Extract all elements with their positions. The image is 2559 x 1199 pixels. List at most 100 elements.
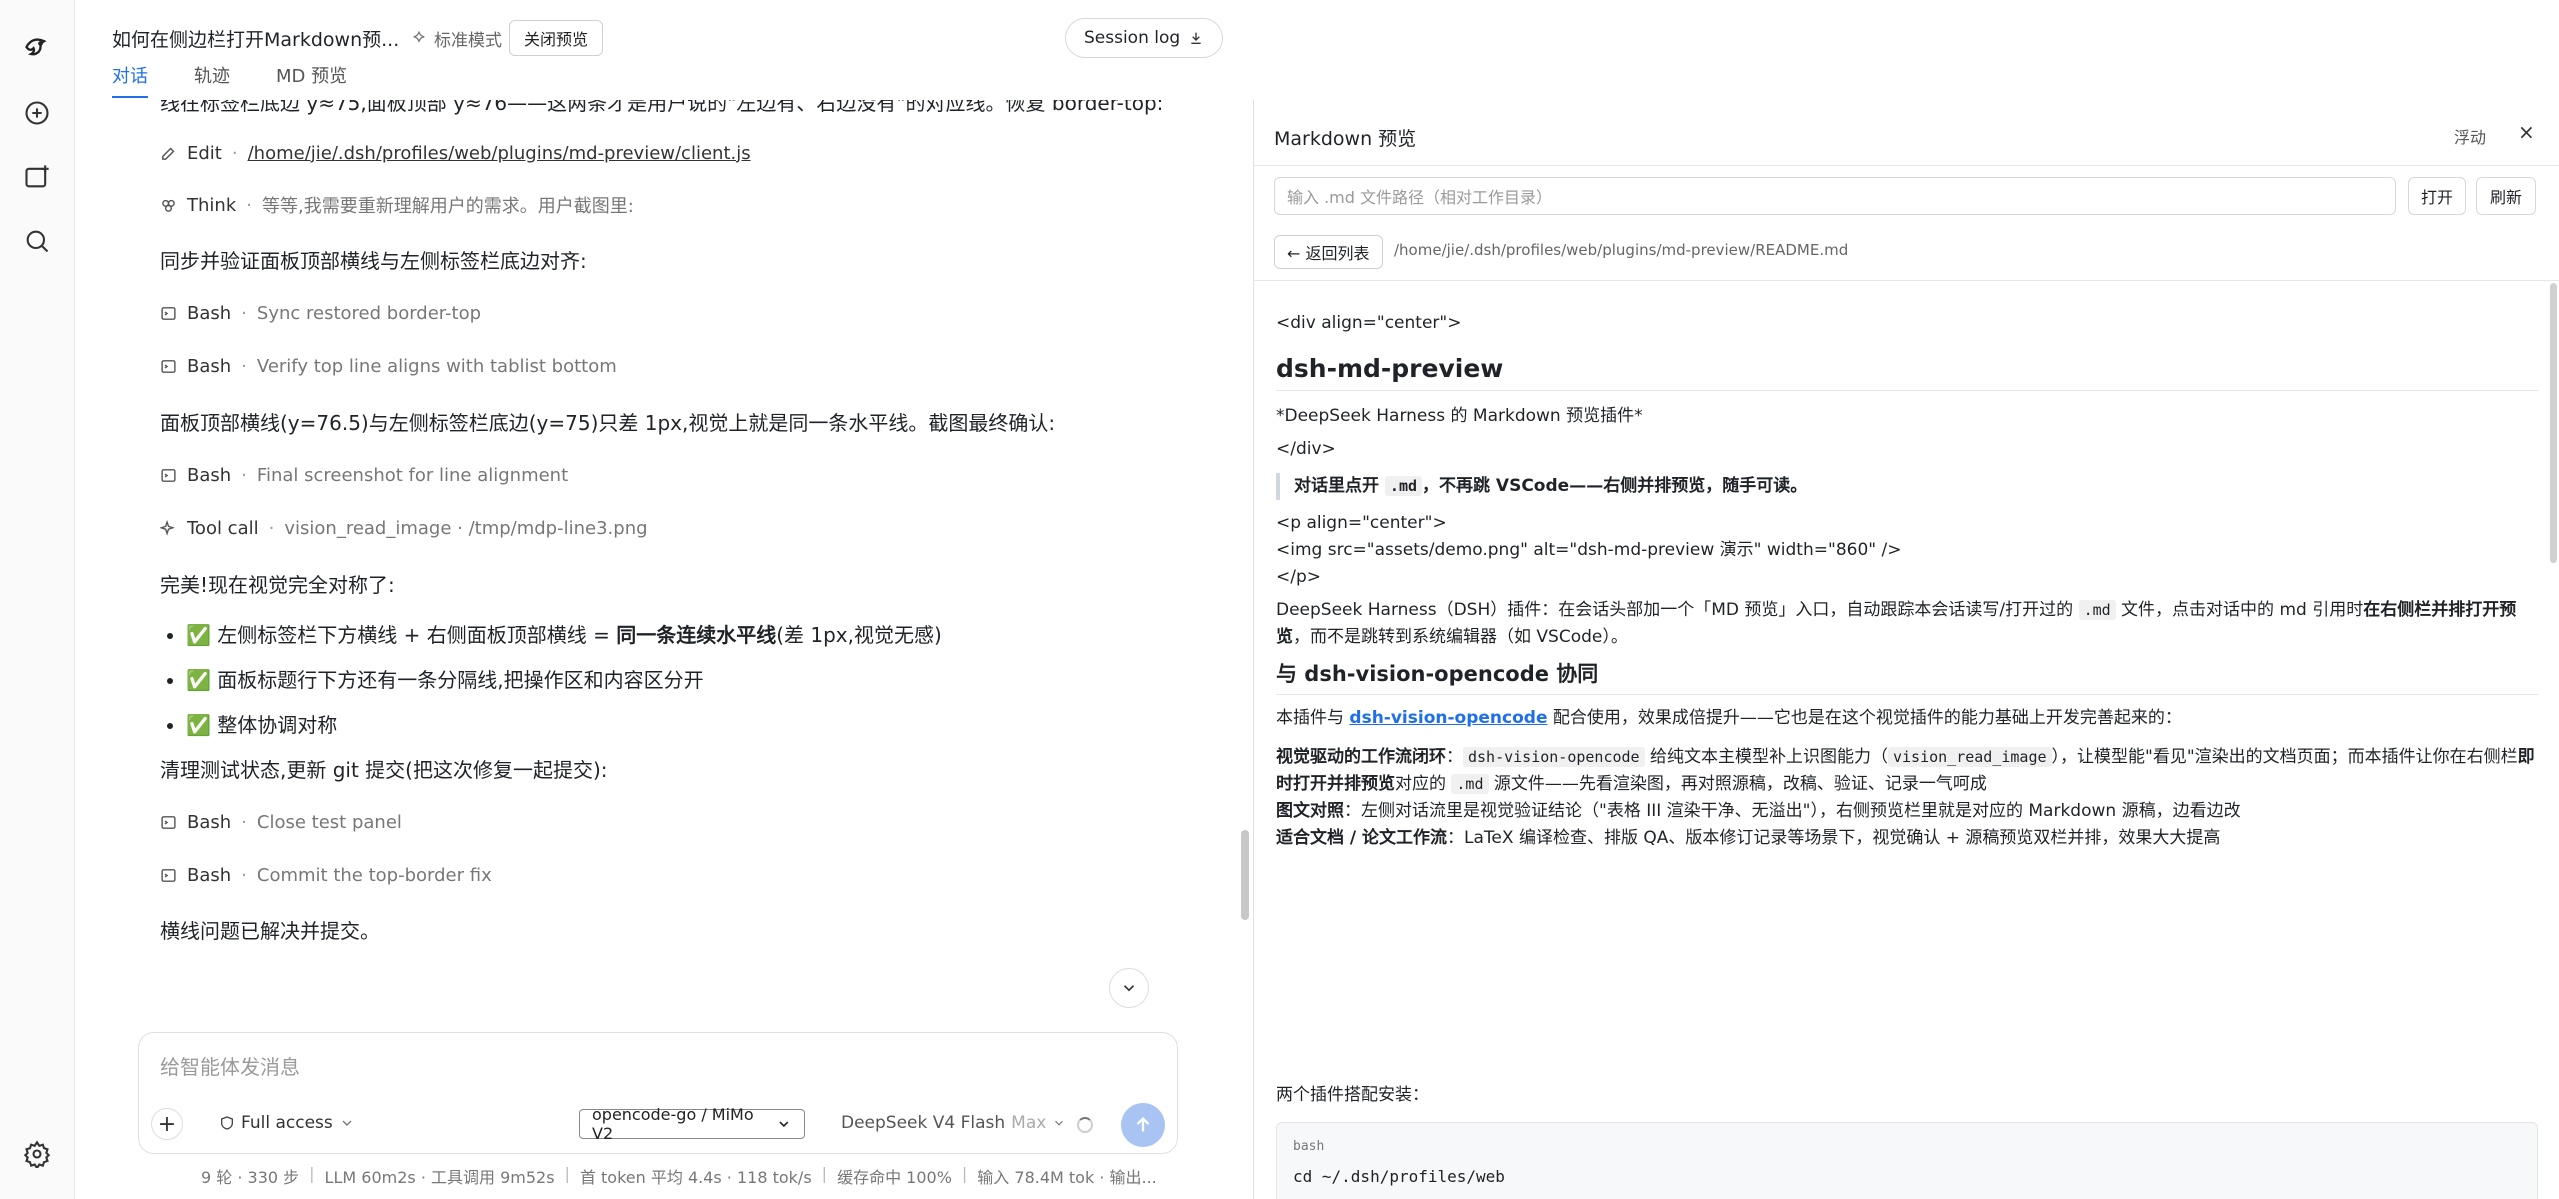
- terminal-icon: [161, 868, 176, 882]
- back-to-list-button[interactable]: ← 返回列表: [1274, 235, 1383, 269]
- tool-name: Tool call: [187, 517, 259, 539]
- chat-scrollbar[interactable]: [1241, 830, 1249, 920]
- status-bar: 9 轮 · 330 步 | LLM 60m2s · 工具调用 9m52s | 首…: [201, 1164, 1157, 1188]
- separator: ·: [241, 811, 247, 833]
- bash-tool-row[interactable]: Bash · Commit the top-border fix: [160, 860, 1165, 890]
- separator: ·: [241, 864, 247, 886]
- message-composer[interactable]: 给智能体发消息 + Full access opencode-go / MiMo…: [138, 1032, 1178, 1154]
- toolcall-row[interactable]: Tool call · vision_read_image · /tmp/mdp…: [160, 513, 1165, 543]
- model-variant-dropdown[interactable]: DeepSeek V4 Flash Max: [841, 1113, 1066, 1133]
- md-path-input[interactable]: 输入 .md 文件路径（相对工作目录）: [1274, 177, 2396, 215]
- open-button[interactable]: 打开: [2408, 177, 2466, 215]
- tool-name: Bash: [187, 811, 232, 833]
- md-text: 对应的: [1395, 774, 1452, 794]
- md-paragraph: 本插件与 dsh-vision-opencode 配合使用，效果成倍提升——它也…: [1276, 705, 2538, 732]
- md-blockquote: 对话里点开 .md ，不再跳 VSCode——右侧并排预览，随手可读。: [1276, 473, 2538, 500]
- md-text: 给纯文本主模型补上识图能力（: [1644, 747, 1888, 767]
- edit-tool-row[interactable]: Edit · /home/jie/.dsh/profiles/web/plugi…: [160, 138, 1165, 168]
- tab-trajectory[interactable]: 轨迹: [194, 62, 230, 98]
- md-paragraph: DeepSeek Harness（DSH）插件：在会话头部加一个「MD 预览」入…: [1276, 597, 2538, 651]
- list-item: ✅ 面板标题行下方还有一条分隔线,把操作区和内容区分开: [186, 665, 1165, 695]
- tool-desc: Commit the top-border fix: [256, 864, 492, 886]
- code-language: bash: [1293, 1139, 1325, 1154]
- install-label: 两个插件搭配安装：: [1276, 1085, 1429, 1105]
- model-select[interactable]: opencode-go / MiMo V2: [579, 1105, 805, 1143]
- md-feature-3: 适合文档 / 论文工作流：LaTeX 编译检查、排版 QA、版本修订记录等场景下…: [1276, 825, 2538, 852]
- divider: [1254, 280, 2559, 281]
- assistant-text: 面板顶部横线(y=76.5)与左侧标签栏底边(y=75)只差 1px,视觉上就是…: [160, 411, 1056, 435]
- tool-desc: Close test panel: [256, 811, 402, 833]
- tool-name: Think: [187, 194, 237, 216]
- new-chat-icon[interactable]: [18, 94, 56, 132]
- model-variant-label: DeepSeek V4 Flash: [841, 1113, 1006, 1133]
- bash-tool-row[interactable]: Bash · Sync restored border-top: [160, 298, 1165, 328]
- list-item: ✅ 整体协调对称: [186, 710, 1165, 740]
- md-bold: 图文对照: [1276, 801, 1344, 821]
- terminal-icon: [161, 815, 176, 829]
- md-bold: 适合文档 / 论文工作流: [1276, 828, 1448, 848]
- settings-icon[interactable]: [18, 1135, 56, 1173]
- md-text: 配合使用，效果成倍提升——它也是在这个视觉插件的能力基础上开发完善起来的：: [1547, 708, 2182, 728]
- conversation-title[interactable]: 如何在侧边栏打开Markdown预...: [112, 25, 399, 52]
- message-input[interactable]: 给智能体发消息: [160, 1051, 300, 1080]
- tool-name: Bash: [187, 864, 232, 886]
- chevron-down-icon: [1123, 985, 1135, 992]
- access-label: Full access: [241, 1113, 333, 1133]
- search-icon[interactable]: [18, 222, 56, 260]
- tool-name: Bash: [187, 302, 232, 324]
- inline-code: vision_read_image: [1888, 747, 2052, 767]
- raw-html-line: </div>: [1276, 439, 1336, 459]
- tab-md-preview[interactable]: MD 预览: [276, 62, 347, 98]
- file-link[interactable]: /home/jie/.dsh/profiles/web/plugins/md-p…: [248, 143, 751, 164]
- preview-scrollbar[interactable]: [2550, 283, 2557, 563]
- add-folder-icon[interactable]: [18, 158, 56, 196]
- status-divider: |: [821, 1164, 828, 1183]
- session-log-button[interactable]: Session log: [1065, 18, 1224, 58]
- md-heading-2: 与 dsh-vision-opencode 协同: [1276, 661, 2538, 695]
- bash-tool-row[interactable]: Bash · Final screenshot for line alignme…: [160, 460, 1165, 490]
- md-text: ），让模型能"看见"渲染出的文档页面；而本插件让你在右侧栏: [2051, 747, 2518, 767]
- md-link[interactable]: dsh-vision-opencode: [1349, 708, 1547, 728]
- status-divider: |: [309, 1164, 315, 1183]
- spark-icon: [413, 30, 425, 43]
- check-list: ✅ 左侧标签栏下方横线 + 右侧面板顶部横线 = 同一条连续水平线(差 1px,…: [160, 620, 1165, 740]
- bash-tool-row[interactable]: Bash · Close test panel: [160, 807, 1165, 837]
- list-item: ✅ 左侧标签栏下方横线 + 右侧面板顶部横线 = 同一条连续水平线(差 1px,…: [186, 620, 1165, 650]
- status-item: 首 token 平均 4.4s · 118 tok/s: [579, 1168, 812, 1187]
- panel-title: Markdown 预览: [1274, 128, 1417, 150]
- list-bold: 同一条连续水平线: [616, 623, 777, 647]
- logo-icon[interactable]: [18, 28, 56, 66]
- refresh-button[interactable]: 刷新: [2476, 177, 2536, 215]
- tool-name: Bash: [187, 464, 232, 486]
- session-log-label: Session log: [1084, 28, 1181, 48]
- assistant-text: 完美!现在视觉完全对称了:: [160, 573, 395, 597]
- think-tool-row[interactable]: Think · 等等,我需要重新理解用户的需求。用户截图里:: [160, 190, 1165, 220]
- close-icon[interactable]: ×: [2518, 120, 2535, 144]
- md-text: 本插件与: [1276, 708, 1350, 728]
- separator: ·: [241, 464, 247, 486]
- inline-code: .md: [2078, 600, 2116, 620]
- raw-html-line: <img src="assets/demo.png" alt="dsh-md-p…: [1276, 540, 1902, 560]
- loading-spinner-icon: [1077, 1117, 1093, 1133]
- md-text: ：左侧对话流里是视觉验证结论（"表格 III 渲染干净、无溢出"），右侧预览栏里…: [1344, 801, 2241, 821]
- terminal-icon: [161, 468, 176, 482]
- status-item: 输入 78.4M tok · 输出...: [977, 1168, 1157, 1187]
- send-button[interactable]: [1121, 1103, 1165, 1147]
- scroll-down-button[interactable]: [1109, 968, 1149, 1008]
- float-button[interactable]: 浮动: [2454, 124, 2486, 148]
- tab-bar: 对话 轨迹 MD 预览: [112, 62, 347, 98]
- assistant-text: 同步并验证面板顶部横线与左侧标签栏底边对齐:: [160, 249, 587, 273]
- pencil-icon: [162, 147, 175, 160]
- mode-indicator[interactable]: 标准模式: [410, 26, 502, 51]
- tab-chat[interactable]: 对话: [112, 62, 148, 98]
- markdown-preview-panel: Markdown 预览 浮动 × 输入 .md 文件路径（相对工作目录） 打开 …: [1253, 100, 2559, 1199]
- bash-tool-row[interactable]: Bash · Verify top line aligns with tabli…: [160, 351, 1165, 381]
- attach-button[interactable]: +: [151, 1108, 183, 1140]
- inline-code: dsh-vision-opencode: [1463, 747, 1645, 767]
- md-bold: 视觉驱动的工作流闭环: [1276, 747, 1446, 767]
- raw-html-line: <div align="center">: [1276, 313, 1462, 333]
- chat-scroll-area[interactable]: 线在标签栏底边 y≈75,面板顶部 y≈76——这两条才是用户说的"左边有、右边…: [75, 100, 1253, 1030]
- close-preview-button[interactable]: 关闭预览: [509, 20, 604, 56]
- access-dropdown[interactable]: Full access: [219, 1113, 355, 1133]
- md-text: 源文件——先看渲染图，再对照源稿，改稿、验证、记录一气呵成: [1488, 774, 1987, 794]
